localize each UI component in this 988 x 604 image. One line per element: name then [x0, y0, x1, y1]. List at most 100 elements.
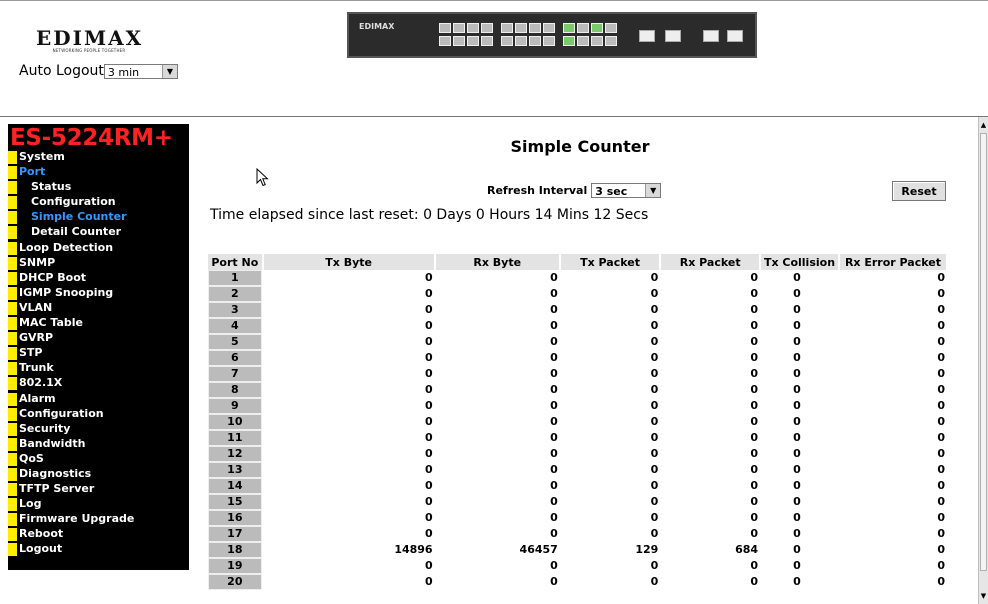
cell-rx-byte: 0 [550, 527, 558, 540]
menu-item-configuration[interactable]: Configuration [8, 407, 189, 422]
cell-port-no: 5 [208, 334, 262, 350]
cell-rx-error-packet: 0 [937, 511, 945, 524]
menu-item-mac-table[interactable]: MAC Table [8, 316, 189, 331]
cell-tx-byte: 0 [424, 495, 433, 508]
cell-tx-collision: 0 [793, 559, 801, 572]
cell-tx-collision: 0 [793, 479, 801, 492]
menu-item-port-status[interactable]: Status [8, 180, 189, 195]
logo-text: EDIMAX [36, 26, 144, 50]
menu-item-logout[interactable]: Logout [8, 542, 189, 557]
cell-rx-byte: 0 [550, 575, 558, 588]
cell-tx-packet: 129 [635, 543, 659, 556]
cell-rx-byte: 0 [550, 303, 558, 316]
menu-item-simple-counter[interactable]: Simple Counter [8, 210, 189, 225]
cell-rx-packet: 0 [750, 399, 759, 412]
cell-tx-packet: 0 [650, 495, 659, 508]
cell-rx-byte: 0 [550, 319, 558, 332]
menu-item-detail-counter[interactable]: Detail Counter [8, 225, 189, 240]
cell-tx-collision: 0 [793, 431, 801, 444]
cell-port-no: 20 [208, 574, 262, 590]
menu-item-vlan[interactable]: VLAN [8, 301, 189, 316]
sfp-slot-icon [727, 30, 743, 42]
cell-tx-collision: 0 [793, 287, 801, 300]
cell-tx-packet: 0 [650, 335, 659, 348]
simple-counter-table: Port No Tx Byte Rx Byte Tx Packet Rx Pac… [206, 254, 948, 590]
menu-item-alarm[interactable]: Alarm [8, 392, 189, 407]
cell-rx-error-packet: 0 [937, 447, 945, 460]
cell-port-no: 16 [208, 510, 262, 526]
menu-item-gvrp[interactable]: GVRP [8, 331, 189, 346]
cell-tx-packet: 0 [650, 447, 659, 460]
table-row: 8 0 0 0 0 0 0 [208, 382, 946, 398]
menu-item-qos[interactable]: QoS [8, 452, 189, 467]
cell-rx-error-packet: 0 [937, 287, 945, 300]
cell-rx-error-packet: 0 [937, 367, 945, 380]
port-group-icon [439, 23, 493, 47]
menu-item-port-configuration[interactable]: Configuration [8, 195, 189, 210]
cell-rx-error-packet: 0 [937, 559, 945, 572]
cell-rx-packet: 0 [750, 463, 759, 476]
vertical-scrollbar[interactable]: ▲ ▼ [978, 117, 988, 604]
cell-tx-collision: 0 [793, 527, 801, 540]
table-body: 1000000200000030000004000000500000060000… [208, 270, 946, 590]
menu-item-diagnostics[interactable]: Diagnostics [8, 467, 189, 482]
cell-rx-error-packet: 0 [937, 495, 945, 508]
cell-tx-collision: 0 [793, 271, 801, 284]
cell-tx-packet: 0 [650, 527, 659, 540]
menu-item-8021x[interactable]: 802.1X [8, 376, 189, 391]
cell-tx-byte: 0 [424, 383, 433, 396]
menu-item-log[interactable]: Log [8, 497, 189, 512]
menu-item-trunk[interactable]: Trunk [8, 361, 189, 376]
cell-rx-byte: 0 [550, 431, 558, 444]
menu-item-port[interactable]: Port [8, 165, 189, 180]
cell-port-no: 19 [208, 558, 262, 574]
table-row: 12 0 0 0 0 0 0 [208, 446, 946, 462]
menu-item-system[interactable]: System [8, 150, 189, 165]
cell-rx-packet: 0 [750, 271, 759, 284]
menu-item-bandwidth[interactable]: Bandwidth [8, 437, 189, 452]
menu-item-stp[interactable]: STP [8, 346, 189, 361]
menu-item-loop-detection[interactable]: Loop Detection [8, 241, 189, 256]
auto-logout-label: Auto Logout [19, 63, 104, 79]
cell-tx-byte: 0 [424, 559, 433, 572]
scroll-up-arrow-icon[interactable]: ▲ [979, 119, 988, 131]
auto-logout-select[interactable]: 3 min ▼ [103, 63, 178, 79]
cell-rx-packet: 0 [750, 383, 759, 396]
cell-rx-error-packet: 0 [937, 527, 945, 540]
menu-item-snmp[interactable]: SNMP [8, 256, 189, 271]
table-row: 2 0 0 0 0 0 0 [208, 286, 946, 302]
auto-logout-value: 3 min [107, 65, 140, 79]
refresh-interval-select[interactable]: 3 sec ▼ [591, 183, 662, 198]
menu-item-dhcp-boot[interactable]: DHCP Boot [8, 271, 189, 286]
menu-item-igmp-snooping[interactable]: IGMP Snooping [8, 286, 189, 301]
mouse-pointer-icon [256, 168, 269, 187]
table-row: 20 0 0 0 0 0 0 [208, 574, 946, 590]
cell-tx-byte: 0 [424, 335, 433, 348]
edimax-logo: EDIMAX NETWORKING PEOPLE TOGETHER [36, 28, 142, 54]
cell-port-no: 9 [208, 398, 262, 414]
column-header-tx-packet: Tx Packet [560, 254, 660, 270]
cell-rx-byte: 0 [550, 335, 558, 348]
menu-item-reboot[interactable]: Reboot [8, 527, 189, 542]
cell-rx-byte: 0 [550, 447, 558, 460]
cell-tx-packet: 0 [650, 559, 659, 572]
cell-tx-packet: 0 [650, 479, 659, 492]
cell-rx-error-packet: 0 [937, 399, 945, 412]
scroll-down-arrow-icon[interactable]: ▼ [979, 590, 988, 602]
cell-tx-byte: 0 [424, 575, 433, 588]
cell-tx-byte: 0 [424, 303, 433, 316]
cell-rx-byte: 0 [550, 495, 558, 508]
scrollbar-thumb[interactable] [980, 133, 987, 571]
menu-item-security[interactable]: Security [8, 422, 189, 437]
cell-port-no: 3 [208, 302, 262, 318]
top-frame: EDIMAX NETWORKING PEOPLE TOGETHER Auto L… [0, 0, 988, 117]
cell-tx-collision: 0 [793, 543, 801, 556]
menu-item-tftp-server[interactable]: TFTP Server [8, 482, 189, 497]
reset-button[interactable]: Reset [892, 181, 946, 201]
table-row: 11 0 0 0 0 0 0 [208, 430, 946, 446]
cell-tx-byte: 0 [424, 367, 433, 380]
cell-rx-error-packet: 0 [937, 383, 945, 396]
menu-item-firmware-upgrade[interactable]: Firmware Upgrade [8, 512, 189, 527]
cell-rx-byte: 0 [550, 383, 558, 396]
cell-port-no: 11 [208, 430, 262, 446]
